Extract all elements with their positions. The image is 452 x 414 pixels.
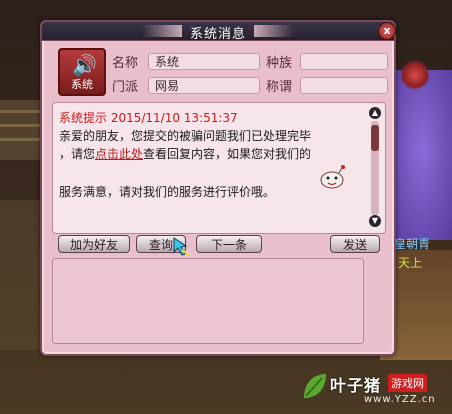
watermark-brand: 叶子猪	[330, 376, 382, 395]
name-label: 名称	[112, 56, 139, 71]
message-scrollbar[interactable]: ▲ ▼	[368, 107, 382, 229]
mascot-icon	[320, 165, 345, 189]
floor-stripe	[0, 124, 40, 127]
npc-name-label[interactable]: 皇朝青	[394, 235, 430, 252]
reply-input[interactable]	[52, 258, 364, 344]
message-line-3: 服务满意，请对我们的服务进行评价哦。	[59, 185, 276, 199]
creature-sprite[interactable]	[392, 70, 452, 240]
pointer-cursor-icon	[173, 237, 191, 257]
race-label: 种族	[266, 56, 293, 71]
message-line-1: 亲爱的朋友，您提交的被骗问题我们已处理完毕	[59, 129, 312, 143]
site-watermark: 叶子猪 游戏网 www.YZZ.cn	[300, 372, 452, 414]
title-bar[interactable]: 系统消息	[42, 22, 394, 42]
sect-field: 网易	[148, 77, 260, 94]
scroll-thumb[interactable]	[371, 125, 379, 151]
npc-title-label: 天上	[398, 256, 423, 270]
appellation-field	[300, 77, 388, 94]
floor-stripe	[0, 138, 40, 141]
scroll-down-button[interactable]: ▼	[369, 215, 381, 227]
appellation-label: 称谓	[266, 80, 293, 95]
next-message-button[interactable]: 下一条	[196, 235, 262, 253]
watermark-badge: 游戏网	[388, 374, 427, 392]
message-header: 系统提示 2015/11/10 13:51:37	[59, 111, 238, 125]
leaf-logo-icon	[304, 374, 326, 398]
reply-link[interactable]: 点击此处	[95, 147, 143, 161]
message-line-2-pre: ，请您	[59, 147, 96, 161]
message-line-2: ，请您点击此处查看回复内容，如果您对我们的	[59, 145, 311, 162]
message-box: 系统提示 2015/11/10 13:51:37 亲爱的朋友，您提交的被骗问题我…	[52, 102, 386, 234]
floor-stripe	[0, 110, 40, 113]
system-message-dialog: 系统消息 x 🔊 系统 名称 系统 种族 门派 网易 称谓 系统提示 2015/…	[40, 20, 396, 356]
speaker-icon: 🔊	[72, 53, 97, 77]
add-friend-button[interactable]: 加为好友	[58, 235, 130, 253]
race-field	[300, 53, 388, 70]
sender-avatar: 🔊 系统	[58, 48, 106, 96]
avatar-label: 系统	[71, 78, 93, 91]
floor-tile	[0, 100, 40, 160]
send-button[interactable]: 发送	[330, 235, 380, 253]
name-field: 系统	[148, 53, 260, 70]
watermark-url: www.YZZ.cn	[364, 394, 436, 405]
floor-tile	[0, 200, 40, 350]
dialog-title: 系统消息	[189, 27, 246, 42]
close-button[interactable]: x	[378, 22, 396, 40]
creature-hat	[400, 60, 430, 90]
message-line-2-post: 查看回复内容，如果您对我们的	[143, 147, 312, 161]
scroll-up-button[interactable]: ▲	[369, 107, 381, 119]
sect-label: 门派	[112, 80, 139, 95]
